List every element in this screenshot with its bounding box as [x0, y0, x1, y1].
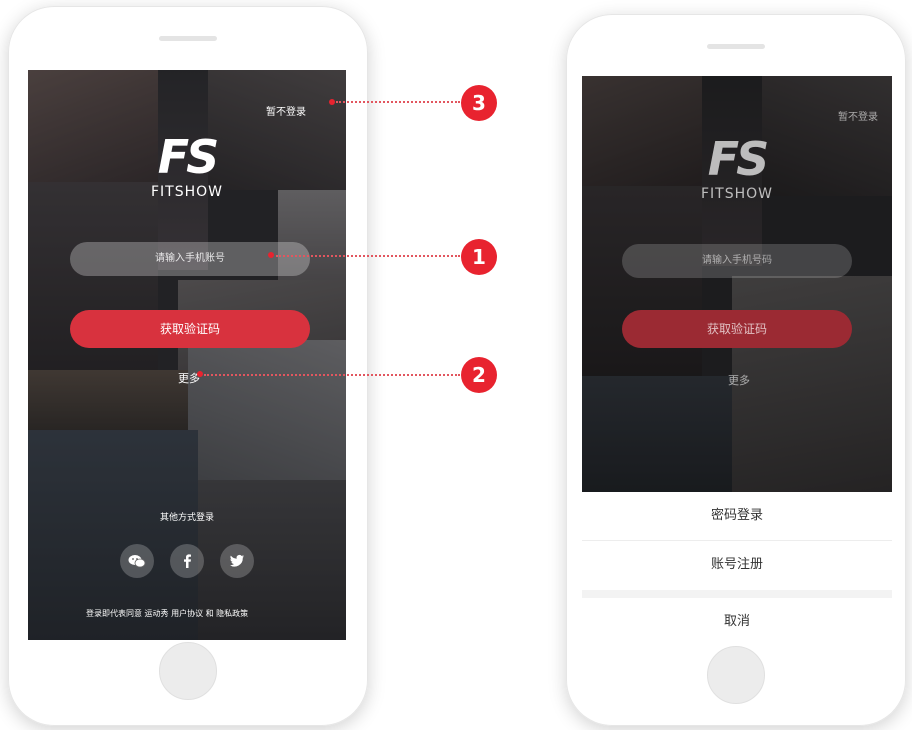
- callout-2-badge: 2: [461, 357, 497, 393]
- get-verification-code-button: 获取验证码: [622, 310, 852, 348]
- fitshow-logo: FS FITSHOW: [682, 136, 792, 202]
- terms-agreement-text[interactable]: 登录即代表同意 运动秀 用户协议 和 隐私政策: [86, 608, 248, 619]
- speaker-grille: [159, 36, 217, 41]
- twitter-icon: [230, 554, 244, 567]
- right-phone-mockup: 暂不登录 FS FITSHOW 请输入手机号码 获取验证码 更多 密码登录 账号…: [566, 14, 906, 726]
- callout-3-anchor: [329, 99, 335, 105]
- more-options-link: 更多: [728, 374, 750, 387]
- other-login-methods-label: 其他方式登录: [159, 513, 214, 523]
- left-phone-mockup: 暂不登录 FS FITSHOW 请输入手机账号 获取验证码 更多 其他方式登录: [8, 6, 368, 726]
- callout-3-badge: 3: [461, 85, 497, 121]
- facebook-icon: [184, 554, 191, 568]
- wechat-icon: [128, 555, 146, 568]
- skip-login-link[interactable]: 暂不登录: [838, 108, 878, 123]
- callout-1-line: [276, 255, 460, 257]
- twitter-login-button[interactable]: [220, 544, 254, 578]
- callout-1-anchor: [268, 252, 274, 258]
- get-verification-code-button[interactable]: 获取验证码: [70, 310, 310, 348]
- facebook-login-button[interactable]: [170, 544, 204, 578]
- skip-login-link[interactable]: 暂不登录: [266, 103, 306, 118]
- brand-name: FITSHOW: [150, 184, 223, 200]
- callout-1-badge: 1: [461, 239, 497, 275]
- cancel-option[interactable]: 取消: [582, 598, 892, 646]
- phone-number-input[interactable]: 请输入手机账号: [70, 242, 310, 276]
- fitshow-logo: FS FITSHOW: [132, 134, 242, 200]
- phone-number-input: 请输入手机号码: [622, 244, 852, 278]
- speaker-grille: [707, 44, 765, 49]
- brand-name: FITSHOW: [700, 186, 773, 202]
- login-screen: 暂不登录 FS FITSHOW 请输入手机账号 获取验证码 更多 其他方式登录: [28, 70, 346, 640]
- home-button: [159, 642, 217, 700]
- callout-2-anchor: [197, 371, 203, 377]
- callout-2-line: [204, 374, 460, 376]
- logo-mark: FS: [707, 132, 770, 186]
- more-options-screen: 暂不登录 FS FITSHOW 请输入手机号码 获取验证码 更多 密码登录 账号…: [582, 76, 892, 656]
- comparison-stage: 暂不登录 FS FITSHOW 请输入手机账号 获取验证码 更多 其他方式登录: [0, 0, 912, 730]
- sheet-gap: [582, 590, 892, 598]
- home-button: [707, 646, 765, 704]
- callout-3-line: [336, 101, 460, 103]
- wechat-login-button[interactable]: [120, 544, 154, 578]
- logo-mark: FS: [157, 130, 220, 184]
- action-sheet: 密码登录 账号注册 取消: [582, 492, 892, 656]
- account-register-option[interactable]: 账号注册: [582, 541, 892, 589]
- password-login-option[interactable]: 密码登录: [582, 492, 892, 540]
